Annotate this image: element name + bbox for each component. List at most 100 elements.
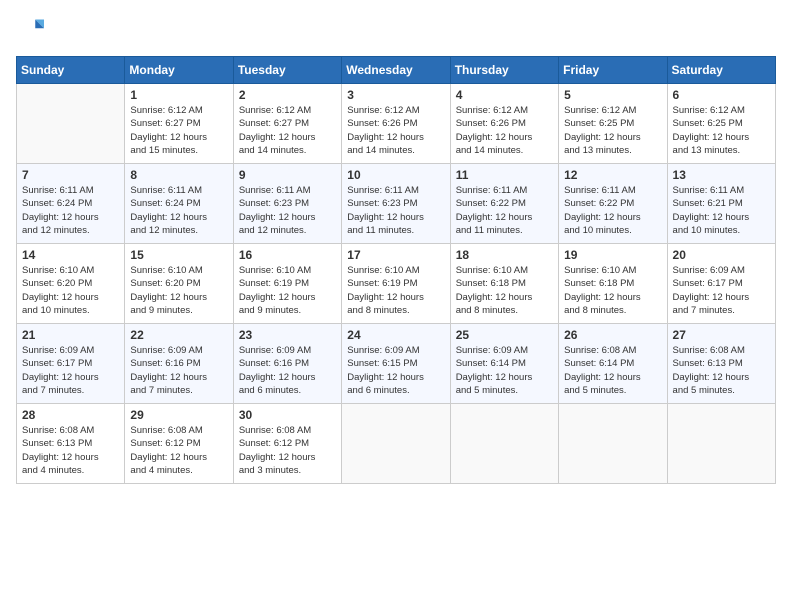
day-number: 11 [456, 168, 553, 182]
calendar-cell [450, 404, 558, 484]
day-info: Sunrise: 6:09 AM Sunset: 6:17 PM Dayligh… [22, 344, 119, 397]
day-number: 16 [239, 248, 336, 262]
weekday-header: Saturday [667, 57, 775, 84]
calendar-cell [17, 84, 125, 164]
calendar-cell: 25Sunrise: 6:09 AM Sunset: 6:14 PM Dayli… [450, 324, 558, 404]
calendar-table: SundayMondayTuesdayWednesdayThursdayFrid… [16, 56, 776, 484]
day-number: 6 [673, 88, 770, 102]
day-info: Sunrise: 6:08 AM Sunset: 6:14 PM Dayligh… [564, 344, 661, 397]
day-info: Sunrise: 6:10 AM Sunset: 6:20 PM Dayligh… [130, 264, 227, 317]
calendar-cell: 29 Sunrise: 6:08 AM Sunset: 6:12 PM Dayli… [125, 404, 233, 484]
calendar-cell: 4 Sunrise: 6:12 AM Sunset: 6:26 PM Daylig… [450, 84, 558, 164]
day-info: Sunrise: 6:12 AM Sunset: 6:27 PM Dayligh… [130, 104, 227, 157]
day-number: 22 [130, 328, 227, 342]
calendar-cell: 27 Sunrise: 6:08 AM Sunset: 6:13 PM Dayli… [667, 324, 775, 404]
weekday-header: Sunday [17, 57, 125, 84]
weekday-header: Wednesday [342, 57, 450, 84]
calendar-cell: 22Sunrise: 6:09 AM Sunset: 6:16 PM Dayli… [125, 324, 233, 404]
day-info: Sunrise: 6:10 AM Sunset: 6:20 PM Dayligh… [22, 264, 119, 317]
calendar-cell: 9 Sunrise: 6:11 AM Sunset: 6:23 PM Daylig… [233, 164, 341, 244]
day-info: Sunrise: 6:10 AM Sunset: 6:19 PM Dayligh… [239, 264, 336, 317]
calendar-cell: 23 Sunrise: 6:09 AM Sunset: 6:16 PM Dayli… [233, 324, 341, 404]
weekday-header: Monday [125, 57, 233, 84]
calendar-week-row: 1 Sunrise: 6:12 AM Sunset: 6:27 PM Daylig… [17, 84, 776, 164]
weekday-header: Tuesday [233, 57, 341, 84]
day-number: 29 [130, 408, 227, 422]
logo [16, 16, 48, 44]
day-info: Sunrise: 6:12 AM Sunset: 6:26 PM Dayligh… [347, 104, 444, 157]
calendar-week-row: 7 Sunrise: 6:11 AM Sunset: 6:24 PM Daylig… [17, 164, 776, 244]
calendar-cell: 8 Sunrise: 6:11 AM Sunset: 6:24 PM Daylig… [125, 164, 233, 244]
calendar-cell: 1 Sunrise: 6:12 AM Sunset: 6:27 PM Daylig… [125, 84, 233, 164]
day-number: 4 [456, 88, 553, 102]
day-number: 21 [22, 328, 119, 342]
calendar-cell: 19 Sunrise: 6:10 AM Sunset: 6:18 PM Dayli… [559, 244, 667, 324]
page-header [16, 16, 776, 44]
calendar-cell: 2 Sunrise: 6:12 AM Sunset: 6:27 PM Daylig… [233, 84, 341, 164]
day-info: Sunrise: 6:12 AM Sunset: 6:25 PM Dayligh… [673, 104, 770, 157]
day-number: 10 [347, 168, 444, 182]
day-number: 1 [130, 88, 227, 102]
day-number: 23 [239, 328, 336, 342]
day-info: Sunrise: 6:10 AM Sunset: 6:19 PM Dayligh… [347, 264, 444, 317]
day-number: 18 [456, 248, 553, 262]
calendar-cell: 20 Sunrise: 6:09 AM Sunset: 6:17 PM Dayli… [667, 244, 775, 324]
calendar-week-row: 21 Sunrise: 6:09 AM Sunset: 6:17 PM Dayli… [17, 324, 776, 404]
day-number: 14 [22, 248, 119, 262]
day-info: Sunrise: 6:11 AM Sunset: 6:23 PM Dayligh… [347, 184, 444, 237]
day-number: 27 [673, 328, 770, 342]
day-info: Sunrise: 6:10 AM Sunset: 6:18 PM Dayligh… [564, 264, 661, 317]
day-info: Sunrise: 6:11 AM Sunset: 6:22 PM Dayligh… [456, 184, 553, 237]
day-number: 7 [22, 168, 119, 182]
weekday-header: Friday [559, 57, 667, 84]
day-info: Sunrise: 6:11 AM Sunset: 6:22 PM Dayligh… [564, 184, 661, 237]
day-info: Sunrise: 6:08 AM Sunset: 6:12 PM Dayligh… [239, 424, 336, 477]
day-number: 8 [130, 168, 227, 182]
calendar-cell: 30 Sunrise: 6:08 AM Sunset: 6:12 PM Dayli… [233, 404, 341, 484]
calendar-cell: 15 Sunrise: 6:10 AM Sunset: 6:20 PM Dayli… [125, 244, 233, 324]
day-number: 9 [239, 168, 336, 182]
calendar-cell: 18 Sunrise: 6:10 AM Sunset: 6:18 PM Dayli… [450, 244, 558, 324]
calendar-cell: 13Sunrise: 6:11 AM Sunset: 6:21 PM Dayli… [667, 164, 775, 244]
calendar-cell: 28 Sunrise: 6:08 AM Sunset: 6:13 PM Dayli… [17, 404, 125, 484]
calendar-cell: 3Sunrise: 6:12 AM Sunset: 6:26 PM Daylig… [342, 84, 450, 164]
calendar-cell: 17Sunrise: 6:10 AM Sunset: 6:19 PM Dayli… [342, 244, 450, 324]
day-number: 20 [673, 248, 770, 262]
day-number: 26 [564, 328, 661, 342]
day-number: 19 [564, 248, 661, 262]
day-number: 25 [456, 328, 553, 342]
calendar-cell: 21 Sunrise: 6:09 AM Sunset: 6:17 PM Dayli… [17, 324, 125, 404]
day-number: 15 [130, 248, 227, 262]
day-info: Sunrise: 6:09 AM Sunset: 6:17 PM Dayligh… [673, 264, 770, 317]
day-number: 2 [239, 88, 336, 102]
day-info: Sunrise: 6:08 AM Sunset: 6:13 PM Dayligh… [673, 344, 770, 397]
calendar-cell: 11 Sunrise: 6:11 AM Sunset: 6:22 PM Dayli… [450, 164, 558, 244]
day-info: Sunrise: 6:11 AM Sunset: 6:23 PM Dayligh… [239, 184, 336, 237]
day-info: Sunrise: 6:09 AM Sunset: 6:15 PM Dayligh… [347, 344, 444, 397]
calendar-cell [667, 404, 775, 484]
calendar-cell: 7Sunrise: 6:11 AM Sunset: 6:24 PM Daylig… [17, 164, 125, 244]
calendar-week-row: 14 Sunrise: 6:10 AM Sunset: 6:20 PM Dayli… [17, 244, 776, 324]
calendar-cell [559, 404, 667, 484]
weekday-header: Thursday [450, 57, 558, 84]
calendar-cell: 26 Sunrise: 6:08 AM Sunset: 6:14 PM Dayli… [559, 324, 667, 404]
day-info: Sunrise: 6:10 AM Sunset: 6:18 PM Dayligh… [456, 264, 553, 317]
day-number: 24 [347, 328, 444, 342]
calendar-cell [342, 404, 450, 484]
calendar-cell: 6 Sunrise: 6:12 AM Sunset: 6:25 PM Daylig… [667, 84, 775, 164]
day-info: Sunrise: 6:12 AM Sunset: 6:26 PM Dayligh… [456, 104, 553, 157]
logo-icon [16, 16, 44, 44]
day-info: Sunrise: 6:08 AM Sunset: 6:12 PM Dayligh… [130, 424, 227, 477]
calendar-cell: 16 Sunrise: 6:10 AM Sunset: 6:19 PM Dayli… [233, 244, 341, 324]
day-info: Sunrise: 6:12 AM Sunset: 6:27 PM Dayligh… [239, 104, 336, 157]
weekday-row: SundayMondayTuesdayWednesdayThursdayFrid… [17, 57, 776, 84]
calendar-cell: 14 Sunrise: 6:10 AM Sunset: 6:20 PM Dayli… [17, 244, 125, 324]
day-info: Sunrise: 6:08 AM Sunset: 6:13 PM Dayligh… [22, 424, 119, 477]
day-info: Sunrise: 6:11 AM Sunset: 6:24 PM Dayligh… [130, 184, 227, 237]
day-number: 28 [22, 408, 119, 422]
day-number: 12 [564, 168, 661, 182]
day-info: Sunrise: 6:09 AM Sunset: 6:16 PM Dayligh… [239, 344, 336, 397]
calendar-header: SundayMondayTuesdayWednesdayThursdayFrid… [17, 57, 776, 84]
day-number: 30 [239, 408, 336, 422]
calendar-cell: 12 Sunrise: 6:11 AM Sunset: 6:22 PM Dayli… [559, 164, 667, 244]
